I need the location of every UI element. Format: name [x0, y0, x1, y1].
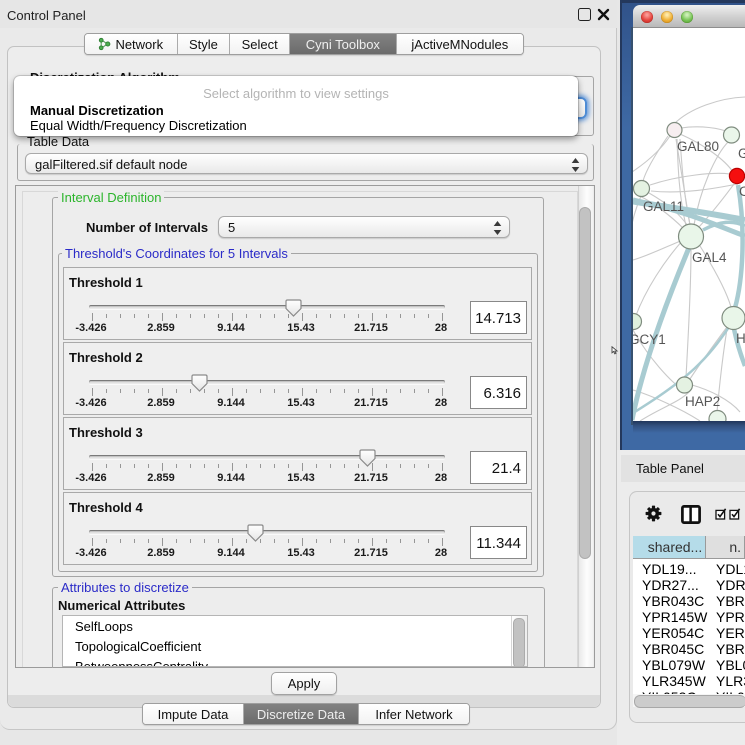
- svg-text:GAL11: GAL11: [643, 199, 684, 214]
- svg-text:HAP2: HAP2: [685, 394, 720, 409]
- svg-text:GAL80: GAL80: [677, 139, 719, 154]
- svg-text:GAL4: GAL4: [692, 250, 727, 265]
- svg-text:G.: G.: [738, 146, 745, 161]
- svg-text:GCY1: GCY1: [633, 332, 666, 347]
- svg-text:H: H: [736, 331, 745, 346]
- svg-text:C: C: [739, 184, 745, 199]
